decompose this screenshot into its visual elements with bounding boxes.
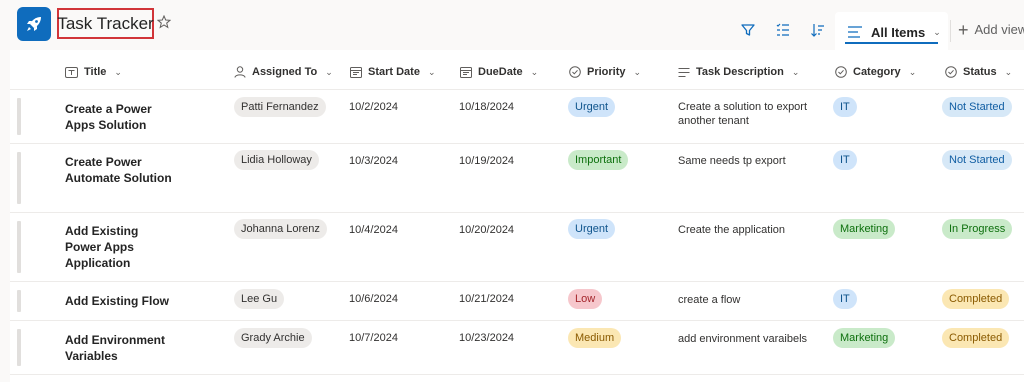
- due-date: 10/19/2024: [459, 155, 515, 167]
- chevron-down-icon: ⌄: [325, 66, 333, 77]
- start-date: 10/3/2024: [349, 155, 398, 167]
- status-badge: Completed: [942, 289, 1010, 309]
- row-title[interactable]: Add Existing Flow: [65, 293, 205, 309]
- chevron-down-icon: ⌄: [530, 66, 539, 77]
- chevron-down-icon: ⌄: [633, 66, 642, 77]
- category-badge: Marketing: [833, 219, 896, 239]
- choice-icon: [835, 66, 847, 78]
- start-date: 10/7/2024: [349, 332, 398, 344]
- row-selector[interactable]: [17, 221, 21, 273]
- assigned-to-chip[interactable]: Grady Archie: [234, 328, 312, 348]
- column-header-label: Category: [853, 66, 901, 78]
- column-header-label: Status: [963, 66, 997, 78]
- column-header-label: Title: [84, 66, 107, 78]
- status-badge: Completed: [942, 328, 1010, 348]
- column-header-label: Assigned To: [252, 66, 318, 78]
- table-row[interactable]: Add Environment Variables Grady Archie 1…: [10, 321, 1024, 375]
- priority-badge: Urgent: [568, 97, 616, 117]
- row-selector[interactable]: [17, 152, 21, 204]
- chevron-down-icon: ⌄: [1004, 66, 1013, 77]
- chevron-down-icon: ⌄: [791, 66, 800, 77]
- table-row[interactable]: Add Existing Power Apps Application Joha…: [10, 213, 1024, 282]
- column-header-title[interactable]: Title ⌄: [65, 64, 122, 80]
- table-row[interactable]: Create Power Automate Solution Lidia Hol…: [10, 144, 1024, 213]
- top-bar: Task Tracker All Items ⌄ + Add view: [0, 0, 1024, 52]
- category-badge: IT: [833, 289, 857, 309]
- column-header-label: DueDate: [478, 66, 523, 78]
- task-description: Create a solution to export another tena…: [678, 101, 808, 127]
- tab-active-indicator: [845, 42, 938, 44]
- column-header-label: Start Date: [368, 66, 420, 78]
- filter-icon[interactable]: [738, 20, 758, 40]
- add-view-button[interactable]: + Add view: [958, 19, 1024, 40]
- row-selector[interactable]: [17, 290, 21, 312]
- rocket-icon[interactable]: [17, 7, 51, 41]
- due-date: 10/21/2024: [459, 293, 515, 305]
- row-selector[interactable]: [17, 329, 21, 366]
- priority-badge: Medium: [568, 328, 622, 348]
- task-description: Create the application: [678, 224, 786, 236]
- row-title[interactable]: Add Environment Variables: [65, 332, 175, 364]
- chevron-down-icon: ⌄: [908, 66, 917, 77]
- column-header-label: Task Description: [696, 66, 784, 78]
- sort-icon[interactable]: [808, 20, 828, 40]
- category-badge: IT: [833, 150, 857, 170]
- task-description: create a flow: [678, 294, 741, 306]
- table-row[interactable]: Add Existing Flow Lee Gu 10/6/2024 10/21…: [10, 282, 1024, 321]
- task-description: add environment varaibels: [678, 333, 808, 345]
- column-header-due-date[interactable]: DueDate ⌄: [460, 64, 538, 80]
- column-header-priority[interactable]: Priority ⌄: [569, 64, 641, 80]
- due-date: 10/23/2024: [459, 332, 515, 344]
- row-title[interactable]: Create Power Automate Solution: [65, 154, 175, 186]
- multiline-text-icon: [678, 67, 690, 77]
- category-badge: IT: [833, 97, 857, 117]
- column-header-task-description[interactable]: Task Description ⌄: [678, 64, 799, 80]
- chevron-down-icon: ⌄: [427, 66, 436, 77]
- start-date: 10/6/2024: [349, 293, 398, 305]
- start-date: 10/4/2024: [349, 224, 398, 236]
- due-date: 10/20/2024: [459, 224, 515, 236]
- list-panel: Title ⌄ Assigned To ⌄ Start Date ⌄ DueDate ⌄…: [10, 50, 1024, 382]
- column-header-start-date[interactable]: Start Date ⌄: [350, 64, 436, 80]
- calendar-icon: [350, 67, 362, 78]
- due-date: 10/18/2024: [459, 101, 515, 113]
- status-badge: Not Started: [942, 97, 1012, 117]
- row-title[interactable]: Create a Power Apps Solution: [65, 101, 175, 133]
- column-header-category[interactable]: Category ⌄: [835, 64, 916, 80]
- chevron-down-icon: ⌄: [933, 26, 941, 37]
- assigned-to-chip[interactable]: Lidia Holloway: [234, 150, 319, 170]
- assigned-to-chip[interactable]: Lee Gu: [234, 289, 285, 309]
- calendar-icon: [460, 67, 472, 78]
- assigned-to-chip[interactable]: Johanna Lorenz: [234, 219, 327, 239]
- plus-icon: +: [958, 19, 969, 40]
- priority-badge: Low: [568, 289, 603, 309]
- add-view-label: Add view: [974, 22, 1024, 37]
- status-badge: Not Started: [942, 150, 1012, 170]
- column-header-assigned-to[interactable]: Assigned To ⌄: [234, 64, 333, 80]
- category-badge: Marketing: [833, 328, 896, 348]
- group-by-icon[interactable]: [773, 20, 793, 40]
- person-icon: [234, 66, 246, 78]
- assigned-to-chip[interactable]: Patti Fernandez: [234, 97, 326, 117]
- page-title[interactable]: Task Tracker: [57, 8, 154, 39]
- chevron-down-icon: ⌄: [114, 66, 122, 77]
- table-row[interactable]: Create a Power Apps Solution Patti Ferna…: [10, 90, 1024, 144]
- tab-all-items-label: All Items: [871, 24, 926, 40]
- list-view-icon: [848, 26, 862, 38]
- status-badge: In Progress: [942, 219, 1013, 239]
- tab-all-items[interactable]: All Items ⌄: [835, 12, 948, 52]
- column-header-status[interactable]: Status ⌄: [945, 64, 1012, 80]
- choice-icon: [569, 66, 581, 78]
- priority-badge: Urgent: [568, 219, 616, 239]
- column-header-label: Priority: [587, 66, 626, 78]
- favorite-star-icon[interactable]: [156, 14, 172, 29]
- task-description: Same needs tp export: [678, 155, 786, 167]
- text-icon: [65, 66, 78, 78]
- row-title[interactable]: Add Existing Power Apps Application: [65, 223, 175, 271]
- divider: [950, 20, 951, 42]
- choice-icon: [945, 66, 957, 78]
- start-date: 10/2/2024: [349, 101, 398, 113]
- priority-badge: Important: [568, 150, 629, 170]
- row-selector[interactable]: [17, 98, 21, 135]
